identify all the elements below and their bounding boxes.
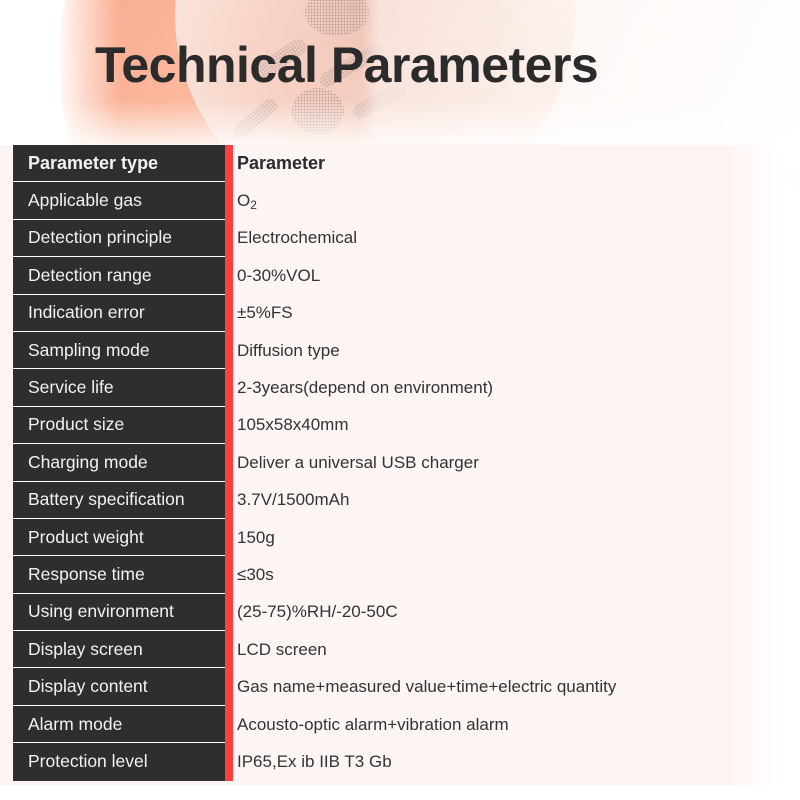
parameter-type-cell: Detection principle (13, 219, 225, 258)
parameter-value-cell: 2-3years(depend on environment) (237, 378, 494, 398)
column-header-parameter-type: Parameter type (13, 145, 225, 183)
table-row: Detection range 0-30%VOL (0, 257, 800, 295)
parameter-type-cell: Response time (13, 556, 225, 594)
parameter-type-cell: Battery specification (13, 481, 225, 519)
parameter-type-cell: Product weight (13, 518, 225, 557)
parameter-type-cell: Alarm mode (13, 705, 225, 744)
table-row: Sampling mode Diffusion type (0, 331, 800, 370)
parameter-type-cell: Product size (13, 406, 225, 445)
parameter-type-cell: Service life (13, 369, 225, 407)
table-row: Display screen LCD screen (0, 631, 800, 669)
parameter-value-cell: LCD screen (237, 639, 327, 659)
parameter-value-cell: O2 (237, 191, 257, 213)
table-row: Protection level IP65,Ex ib IIB T3 Gb (0, 743, 800, 781)
table-row: Alarm mode Acousto-optic alarm+vibration … (0, 705, 800, 744)
parameter-value-cell: 0-30%VOL (237, 265, 321, 285)
table-row: Display content Gas name+measured value+t… (0, 668, 800, 706)
table-row: Product weight 150g (0, 518, 800, 557)
table-row: Product size 105x58x40mm (0, 406, 800, 445)
parameter-value-cell: IP65,Ex ib IIB T3 Gb (237, 751, 392, 771)
parameter-type-cell: Applicable gas (13, 182, 225, 220)
table-row: Indication error ±5%FS (0, 294, 800, 332)
table-row: Battery specification 3.7V/1500mAh (0, 481, 800, 519)
parameter-type-cell: Protection level (13, 743, 225, 781)
table-row: Applicable gas O 2 (0, 182, 800, 220)
parameter-type-cell: Using environment (13, 593, 225, 632)
parameter-type-cell: Display screen (13, 631, 225, 669)
table-row: Service life 2-3years(depend on environme… (0, 369, 800, 407)
table-row: Detection principle Electrochemical (0, 219, 800, 258)
parameter-value-cell: ≤30s (237, 564, 274, 584)
table-row: Charging mode Deliver a universal USB cha… (0, 444, 800, 482)
technical-parameters-table: Parameter type Parameter Applicable gas O… (0, 145, 800, 781)
page-title: Technical Parameters (95, 37, 599, 93)
parameter-value-cell: Diffusion type (237, 340, 340, 360)
parameter-value-cell: Acousto-optic alarm+vibration alarm (237, 714, 509, 734)
parameter-value-cell: 3.7V/1500mAh (237, 490, 350, 510)
table-header-row: Parameter type Parameter (0, 145, 800, 183)
parameter-value-cell: 150g (237, 527, 275, 547)
parameter-type-cell: Display content (13, 668, 225, 706)
red-accent-divider (225, 145, 233, 781)
parameter-value-cell: Electrochemical (237, 228, 357, 248)
parameter-type-cell: Detection range (13, 257, 225, 295)
parameter-value-cell: (25-75)%RH/-20-50C (237, 602, 398, 622)
parameter-type-cell: Charging mode (13, 444, 225, 482)
table-row: Response time ≤30s (0, 556, 800, 594)
parameter-value-cell: ±5%FS (237, 303, 293, 323)
parameter-value-cell: Deliver a universal USB charger (237, 452, 479, 472)
table-body: Applicable gas O 2 Detection principle Elect… (0, 182, 800, 781)
parameter-type-cell: Indication error (13, 294, 225, 332)
parameter-type-cell: Sampling mode (13, 331, 225, 370)
table-row: Using environment (25-75)%RH/-20-50C (0, 593, 800, 632)
column-header-parameter: Parameter (237, 153, 326, 174)
parameter-value-cell: Gas name+measured value+time+electric qu… (237, 677, 617, 697)
parameter-value-cell: 105x58x40mm (237, 415, 349, 435)
